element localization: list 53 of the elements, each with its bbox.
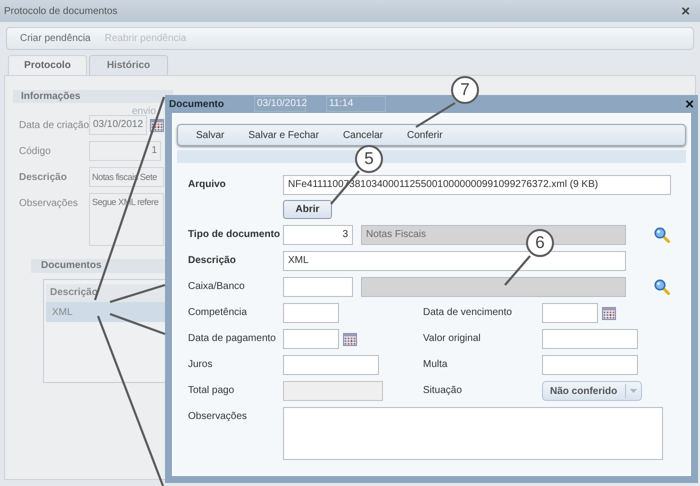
- field-label: Descrição: [188, 254, 237, 268]
- field-label: Tipo de documento: [188, 228, 282, 242]
- calendar-icon[interactable]: [602, 306, 616, 320]
- tab[interactable]: Protocolo: [8, 55, 87, 75]
- tab[interactable]: Histórico: [89, 55, 168, 75]
- input-field[interactable]: [283, 277, 353, 297]
- input-field[interactable]: [542, 329, 638, 349]
- input-field[interactable]: [283, 329, 339, 349]
- callout-line: [504, 255, 531, 286]
- field-label: Data de vencimento: [423, 306, 513, 320]
- field-label: Data de pagamento: [188, 332, 277, 346]
- field-label: Total pago: [188, 384, 236, 398]
- toolbar-button[interactable]: Salvar: [186, 128, 234, 142]
- section-header: Documentos: [31, 259, 166, 273]
- input-field[interactable]: [542, 355, 638, 375]
- field-label: Multa: [423, 358, 448, 372]
- calendar-icon[interactable]: [343, 332, 357, 346]
- close-button[interactable]: ×: [685, 96, 694, 112]
- readonly-field[interactable]: [361, 277, 626, 297]
- status-dropdown[interactable]: Não conferido: [542, 381, 642, 401]
- search-icon[interactable]: [654, 227, 670, 243]
- field-label: Situação: [423, 384, 463, 398]
- input-field[interactable]: 3: [283, 225, 353, 245]
- column-header: Descrição: [49, 286, 98, 300]
- field-label: Observações: [19, 197, 79, 211]
- ghost-date-field: 03/10/2012: [254, 96, 306, 112]
- open-button[interactable]: Abrir: [283, 200, 332, 219]
- field-label: Data de criação: [19, 119, 89, 133]
- field-label: Arquivo: [188, 178, 227, 192]
- input-field[interactable]: [283, 303, 339, 323]
- input-field[interactable]: 03/10/2012: [89, 115, 147, 135]
- toolbar-button[interactable]: Cancelar: [332, 128, 393, 142]
- field-label: Juros: [188, 358, 214, 372]
- toolbar-button[interactable]: Conferir: [396, 128, 453, 142]
- input-field[interactable]: XML: [283, 251, 626, 271]
- field-label: Valor original: [423, 332, 482, 346]
- toolbar-button[interactable]: Salvar e Fechar: [238, 128, 329, 142]
- close-button[interactable]: ×: [681, 4, 690, 18]
- field-label: Observações: [188, 410, 248, 424]
- search-icon[interactable]: [654, 279, 670, 295]
- input-field[interactable]: 1: [89, 141, 161, 161]
- field-label: Competência: [188, 306, 248, 320]
- toolbar-button[interactable]: Criar pendência: [13, 28, 98, 49]
- input-field[interactable]: [283, 355, 379, 375]
- field-label: Descrição: [19, 171, 68, 185]
- callout-line: [415, 102, 456, 128]
- field-label: Caixa/Banco: [188, 280, 246, 294]
- window-title: Protocolo de documentos: [4, 4, 118, 18]
- field-label: Código: [19, 145, 52, 159]
- ghost-time-field: 11:14: [326, 96, 386, 112]
- caret-icon: [630, 389, 637, 393]
- input-field[interactable]: [542, 303, 598, 323]
- notes-textarea[interactable]: [283, 407, 663, 460]
